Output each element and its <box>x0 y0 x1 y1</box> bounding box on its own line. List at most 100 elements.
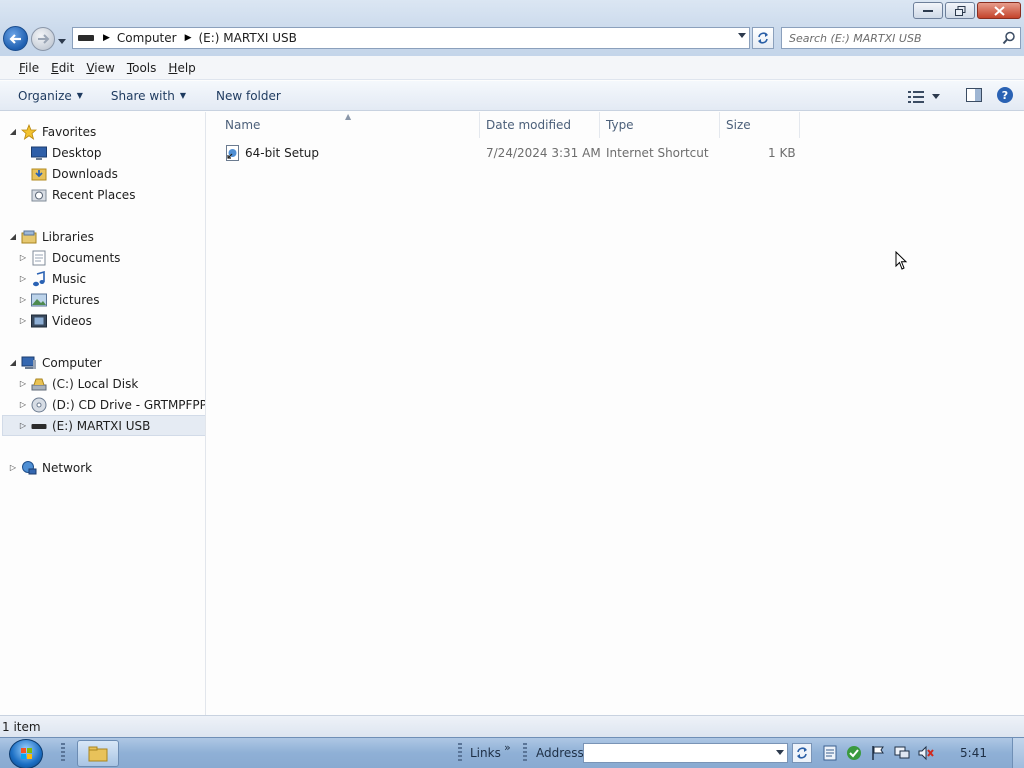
clock[interactable]: 5:41 <box>960 746 987 760</box>
restore-button[interactable] <box>945 2 975 19</box>
action-center-flag-icon[interactable] <box>870 745 886 761</box>
breadcrumb-computer[interactable]: Computer <box>117 31 177 45</box>
menu-tools[interactable]: Tools <box>121 61 163 75</box>
start-button[interactable] <box>9 739 43 768</box>
expand-icon[interactable]: ▷ <box>18 421 28 430</box>
address-toolbar-grip[interactable] <box>523 743 527 763</box>
refresh-button[interactable] <box>752 27 774 49</box>
address-history-dropdown[interactable] <box>738 32 746 42</box>
close-button[interactable] <box>977 2 1021 19</box>
nav-desktop[interactable]: Desktop <box>28 142 102 163</box>
security-shield-tray-icon[interactable] <box>846 745 862 761</box>
taskbar-grip[interactable] <box>61 743 65 763</box>
address-bar[interactable]: ▶ Computer ▶ (E:) MARTXI USB <box>72 27 750 49</box>
recent-places-icon <box>31 187 47 203</box>
nav-favorites[interactable]: ◢ Favorites <box>8 121 96 142</box>
svg-text:?: ? <box>1002 89 1008 102</box>
close-icon <box>993 5 1005 16</box>
menu-help[interactable]: Help <box>162 61 201 75</box>
chevron-down-icon: ▼ <box>76 91 83 100</box>
view-options-button[interactable] <box>908 90 940 103</box>
chevron-down-icon[interactable] <box>776 750 784 756</box>
share-with-button[interactable]: Share with ▼ <box>105 89 192 103</box>
libraries-icon <box>21 229 37 245</box>
usb-drive-icon <box>78 35 94 41</box>
nav-documents[interactable]: ▷ Documents <box>18 247 120 268</box>
collapse-icon[interactable]: ◢ <box>8 358 18 367</box>
nav-music[interactable]: ▷ Music <box>18 268 86 289</box>
expand-icon[interactable]: ▷ <box>18 316 28 325</box>
nav-libraries[interactable]: ◢ Libraries <box>8 226 94 247</box>
nav-downloads[interactable]: Downloads <box>28 163 118 184</box>
show-desktop-button[interactable] <box>1012 738 1024 768</box>
nav-computer[interactable]: ◢ Computer <box>8 352 102 373</box>
nav-c-drive[interactable]: ▷ (C:) Local Disk <box>18 373 138 394</box>
back-button[interactable] <box>3 26 28 51</box>
nav-d-drive[interactable]: ▷ (D:) CD Drive - GRTMPFPP_EN <box>18 394 205 415</box>
links-toolbar[interactable]: Links <box>470 746 501 760</box>
search-input[interactable] <box>789 28 999 48</box>
expand-icon[interactable]: ▷ <box>18 400 28 409</box>
taskbar-address-input[interactable] <box>584 744 774 762</box>
taskbar-explorer-button[interactable] <box>77 740 119 767</box>
chevron-down-icon <box>738 33 746 38</box>
item-count: 1 item <box>2 719 41 734</box>
status-bar: 1 item <box>0 715 1024 737</box>
taskbar: Links » Address 5:41 <box>0 737 1024 768</box>
search-icon[interactable] <box>1002 31 1016 48</box>
notepad-tray-icon[interactable] <box>822 745 838 761</box>
collapse-icon[interactable]: ◢ <box>8 127 18 136</box>
chevron-down-icon <box>58 39 66 44</box>
column-header-type[interactable]: Type <box>600 112 720 138</box>
menu-file[interactable]: File <box>13 61 45 75</box>
network-tray-icon[interactable] <box>894 745 910 761</box>
column-header-size[interactable]: Size <box>720 112 800 138</box>
organize-button[interactable]: Organize ▼ <box>12 89 89 103</box>
breadcrumb-drive[interactable]: (E:) MARTXI USB <box>199 31 297 45</box>
recent-pages-dropdown[interactable] <box>58 34 66 48</box>
forward-button[interactable] <box>31 27 55 51</box>
help-button[interactable]: ? <box>996 86 1014 107</box>
refresh-icon <box>758 32 768 44</box>
pictures-icon <box>31 292 47 308</box>
column-header-name[interactable]: Name ▲ <box>207 112 480 138</box>
search-box[interactable] <box>781 27 1021 49</box>
taskbar-go-button[interactable] <box>792 743 812 763</box>
expand-icon[interactable]: ▷ <box>18 274 28 283</box>
navigation-pane: ◢ Favorites Desktop Downloads Recent Pla… <box>0 112 206 715</box>
nav-e-drive[interactable]: ▷ (E:) MARTXI USB <box>2 415 205 436</box>
chevron-down-icon <box>932 93 940 99</box>
menu-bar: File Edit View Tools Help <box>0 56 1024 80</box>
forward-arrow-icon <box>38 34 50 44</box>
window-controls <box>913 2 1021 19</box>
menu-edit[interactable]: Edit <box>45 61 80 75</box>
nav-videos[interactable]: ▷ Videos <box>18 310 92 331</box>
breadcrumb-separator-icon[interactable]: ▶ <box>185 33 192 43</box>
nav-pictures[interactable]: ▷ Pictures <box>18 289 100 310</box>
chevron-right-icon[interactable]: » <box>504 741 511 754</box>
file-list-pane[interactable]: Name ▲ Date modified Type Size 64-bit Se… <box>207 112 1024 715</box>
expand-icon[interactable]: ▷ <box>18 253 28 262</box>
breadcrumb-separator-icon[interactable]: ▶ <box>103 33 110 43</box>
star-icon <box>21 123 37 140</box>
expand-icon[interactable]: ▷ <box>18 295 28 304</box>
volume-muted-icon[interactable] <box>918 745 934 761</box>
new-folder-button[interactable]: New folder <box>210 89 287 103</box>
sort-ascending-icon: ▲ <box>345 112 352 121</box>
menu-view[interactable]: View <box>80 61 120 75</box>
preview-pane-button[interactable] <box>966 88 982 105</box>
taskbar-address-field[interactable] <box>583 743 788 763</box>
minimize-button[interactable] <box>913 2 943 19</box>
links-toolbar-grip[interactable] <box>458 743 462 763</box>
desktop-icon <box>31 145 47 161</box>
file-name[interactable]: 64-bit Setup <box>245 146 319 160</box>
file-row[interactable]: 64-bit Setup 7/24/2024 3:31 AM Internet … <box>207 142 807 164</box>
hard-disk-icon <box>31 376 47 392</box>
expand-icon[interactable]: ▷ <box>8 463 18 472</box>
command-bar: Organize ▼ Share with ▼ New folder ? <box>0 81 1024 111</box>
expand-icon[interactable]: ▷ <box>18 379 28 388</box>
nav-network[interactable]: ▷ Network <box>8 457 92 478</box>
nav-recent-places[interactable]: Recent Places <box>28 184 135 205</box>
collapse-icon[interactable]: ◢ <box>8 232 18 241</box>
column-header-date-modified[interactable]: Date modified <box>480 112 600 138</box>
